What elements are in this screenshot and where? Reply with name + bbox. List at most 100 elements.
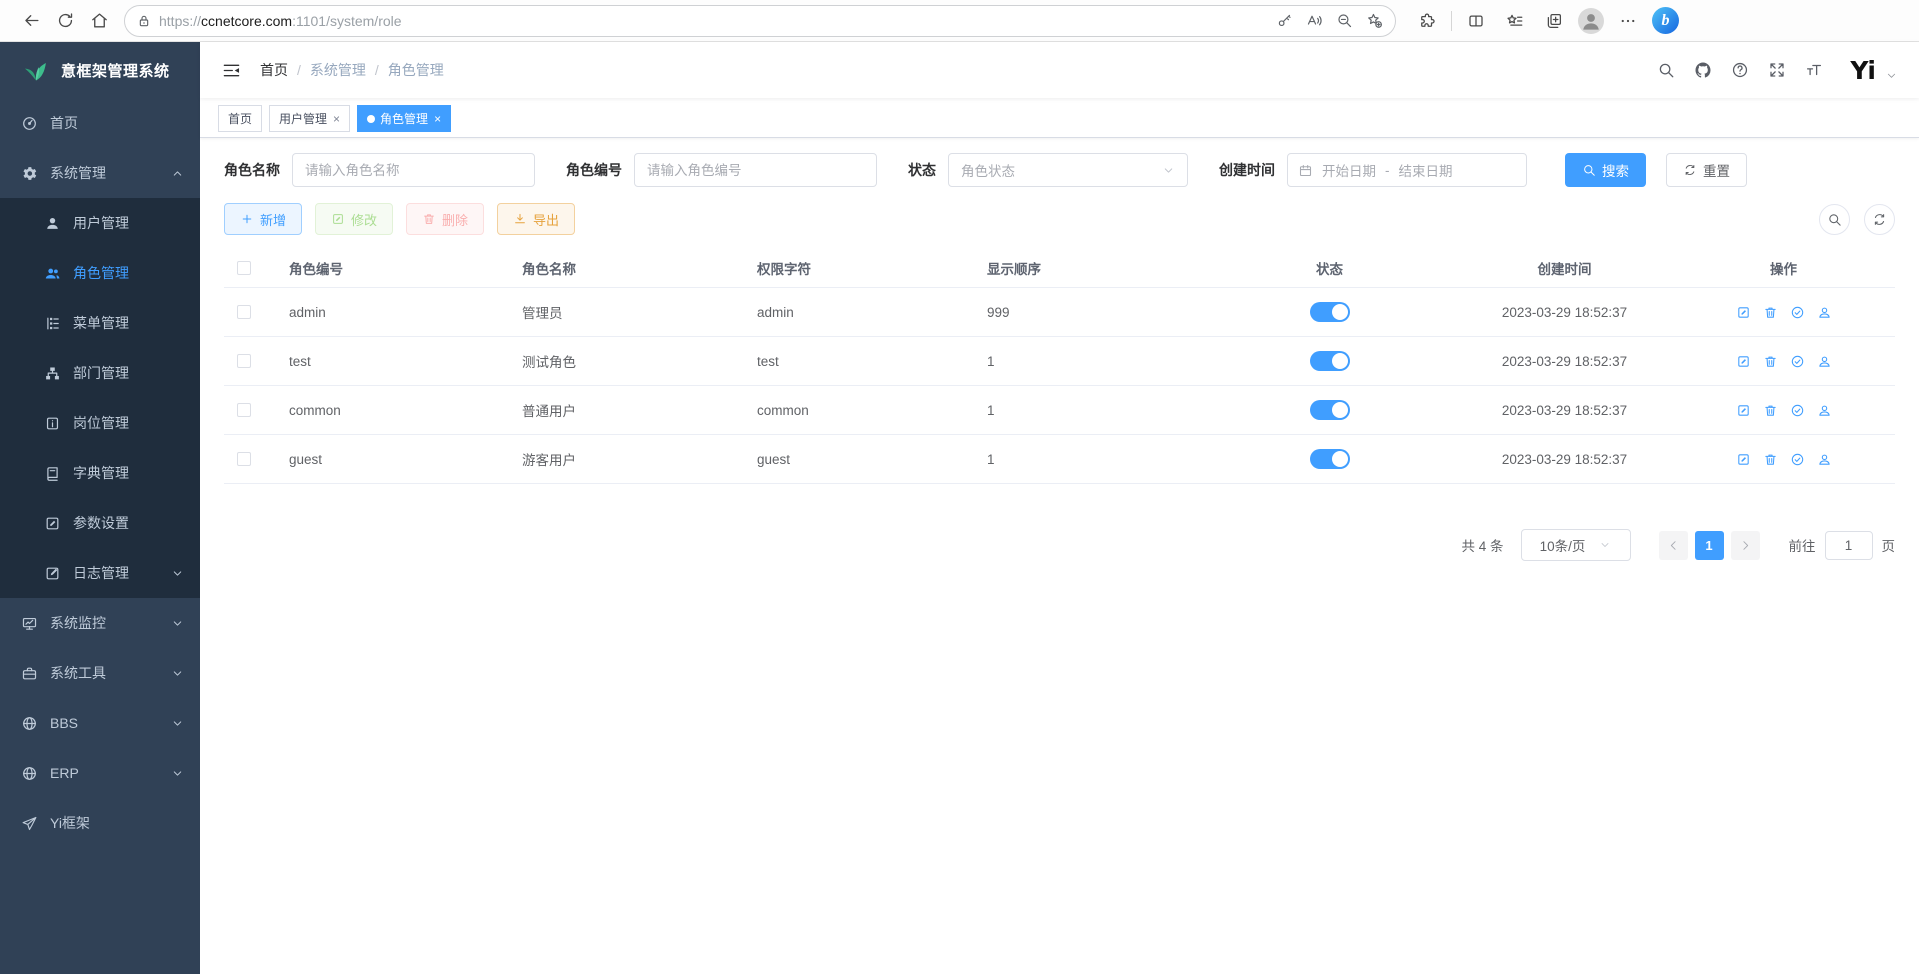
sidebar-item-yi-framework[interactable]: Yi框架 [0,798,200,848]
edit-icon[interactable] [1736,452,1751,467]
sidebar-item-dict-mgmt[interactable]: 字典管理 [0,448,200,498]
sidebar-item-role-mgmt[interactable]: 角色管理 [0,248,200,298]
modify-button[interactable]: 修改 [315,203,393,235]
sidebar-item-menu-mgmt[interactable]: 菜单管理 [0,298,200,348]
row-checkbox[interactable] [237,305,251,319]
lock-icon[interactable] [129,7,159,35]
breadcrumb-system[interactable]: 系统管理 [310,60,366,80]
col-role-name: 角色名称 [512,258,747,278]
status-toggle[interactable] [1310,302,1350,322]
github-icon[interactable] [1694,61,1712,79]
sidebar-item-post-mgmt[interactable]: 岗位管理 [0,398,200,448]
help-icon[interactable] [1731,61,1749,79]
reset-button[interactable]: 重置 [1666,153,1747,187]
collections-icon[interactable] [1539,6,1569,36]
next-page-button[interactable] [1731,531,1760,560]
search-button[interactable]: 搜索 [1565,153,1646,187]
close-icon[interactable]: × [434,112,441,126]
check-circle-icon[interactable] [1790,305,1805,320]
delete-icon[interactable] [1763,305,1778,320]
back-icon[interactable] [14,4,48,38]
row-checkbox[interactable] [237,452,251,466]
search-icon[interactable] [1657,61,1675,79]
sidebar-item-home[interactable]: 首页 [0,98,200,148]
bing-chat-icon[interactable]: b [1652,7,1679,34]
goto-page-input[interactable] [1825,531,1873,560]
more-icon[interactable] [1613,6,1643,36]
check-circle-icon[interactable] [1790,354,1805,369]
breadcrumb-home[interactable]: 首页 [260,60,288,80]
sidebar-item-param-settings[interactable]: 参数设置 [0,498,200,548]
delete-icon[interactable] [1763,354,1778,369]
assign-user-icon[interactable] [1817,403,1832,418]
status-toggle[interactable] [1310,400,1350,420]
assign-user-icon[interactable] [1817,305,1832,320]
tab-user-mgmt[interactable]: 用户管理× [269,105,350,132]
delete-icon[interactable] [1763,452,1778,467]
row-checkbox[interactable] [237,354,251,368]
export-button[interactable]: 导出 [497,203,575,235]
search-circle-icon[interactable] [1819,204,1850,235]
sidebar-item-user-mgmt[interactable]: 用户管理 [0,198,200,248]
edit-icon[interactable] [1736,305,1751,320]
favorite-add-icon[interactable] [1359,7,1389,35]
page-size-select[interactable]: 10条/页 [1521,529,1631,561]
assign-user-icon[interactable] [1817,452,1832,467]
user-logo[interactable]: Yi [1850,56,1875,85]
password-key-icon[interactable] [1269,7,1299,35]
tab-home[interactable]: 首页 [218,105,262,132]
font-size-icon[interactable] [1805,61,1823,79]
row-checkbox[interactable] [237,403,251,417]
status-select[interactable]: 角色状态 [948,153,1188,187]
chevron-down-icon [171,567,184,580]
favorites-bar-icon[interactable] [1500,6,1530,36]
sidebar-item-monitor[interactable]: 系统监控 [0,598,200,648]
fullscreen-icon[interactable] [1768,61,1786,79]
sidebar-toggle-icon[interactable] [222,61,241,80]
status-toggle[interactable] [1310,351,1350,371]
assign-user-icon[interactable] [1817,354,1832,369]
chevron-down-icon[interactable] [1886,70,1897,81]
select-all-checkbox[interactable] [237,261,251,275]
delete-icon[interactable] [1763,403,1778,418]
param-edit-icon [44,515,61,532]
close-icon[interactable]: × [333,112,340,126]
sidebar-item-erp[interactable]: ERP [0,748,200,798]
sidebar-logo[interactable]: 意框架管理系统 [0,42,200,98]
date-range-picker[interactable]: 开始日期 - 结束日期 [1287,153,1527,187]
app-header: 首页 / 系统管理 / 角色管理 Yi [200,42,1919,98]
url-text[interactable]: https://ccnetcore.com:1101/system/role [159,13,402,29]
sidebar-item-system[interactable]: 系统管理 [0,148,200,198]
tab-role-mgmt[interactable]: 角色管理× [357,105,451,132]
profile-avatar[interactable] [1578,8,1604,34]
cell-perm-string: test [747,354,977,369]
split-screen-icon[interactable] [1461,6,1491,36]
check-circle-icon[interactable] [1790,403,1805,418]
globe-icon [21,715,38,732]
reload-icon[interactable] [48,4,82,38]
status-toggle[interactable] [1310,449,1350,469]
page-number-button[interactable]: 1 [1695,531,1724,560]
prev-page-button[interactable] [1659,531,1688,560]
role-name-input[interactable] [292,153,535,187]
refresh-circle-icon[interactable] [1864,204,1895,235]
sidebar-item-log-mgmt[interactable]: 日志管理 [0,548,200,598]
edit-icon[interactable] [1736,403,1751,418]
sidebar-item-bbs[interactable]: BBS [0,698,200,748]
chevron-down-icon [171,717,184,730]
extensions-icon[interactable] [1412,6,1442,36]
read-aloud-icon[interactable] [1299,7,1329,35]
send-icon [21,815,38,832]
zoom-out-icon[interactable] [1329,7,1359,35]
end-date-placeholder[interactable]: 结束日期 [1399,160,1453,180]
role-code-input[interactable] [634,153,877,187]
sidebar-item-tools[interactable]: 系统工具 [0,648,200,698]
add-button[interactable]: 新增 [224,203,302,235]
check-circle-icon[interactable] [1790,452,1805,467]
address-bar[interactable]: https://ccnetcore.com:1101/system/role [124,5,1396,37]
delete-button[interactable]: 删除 [406,203,484,235]
home-icon[interactable] [82,4,116,38]
sidebar-item-dept-mgmt[interactable]: 部门管理 [0,348,200,398]
start-date-placeholder[interactable]: 开始日期 [1322,160,1376,180]
edit-icon[interactable] [1736,354,1751,369]
